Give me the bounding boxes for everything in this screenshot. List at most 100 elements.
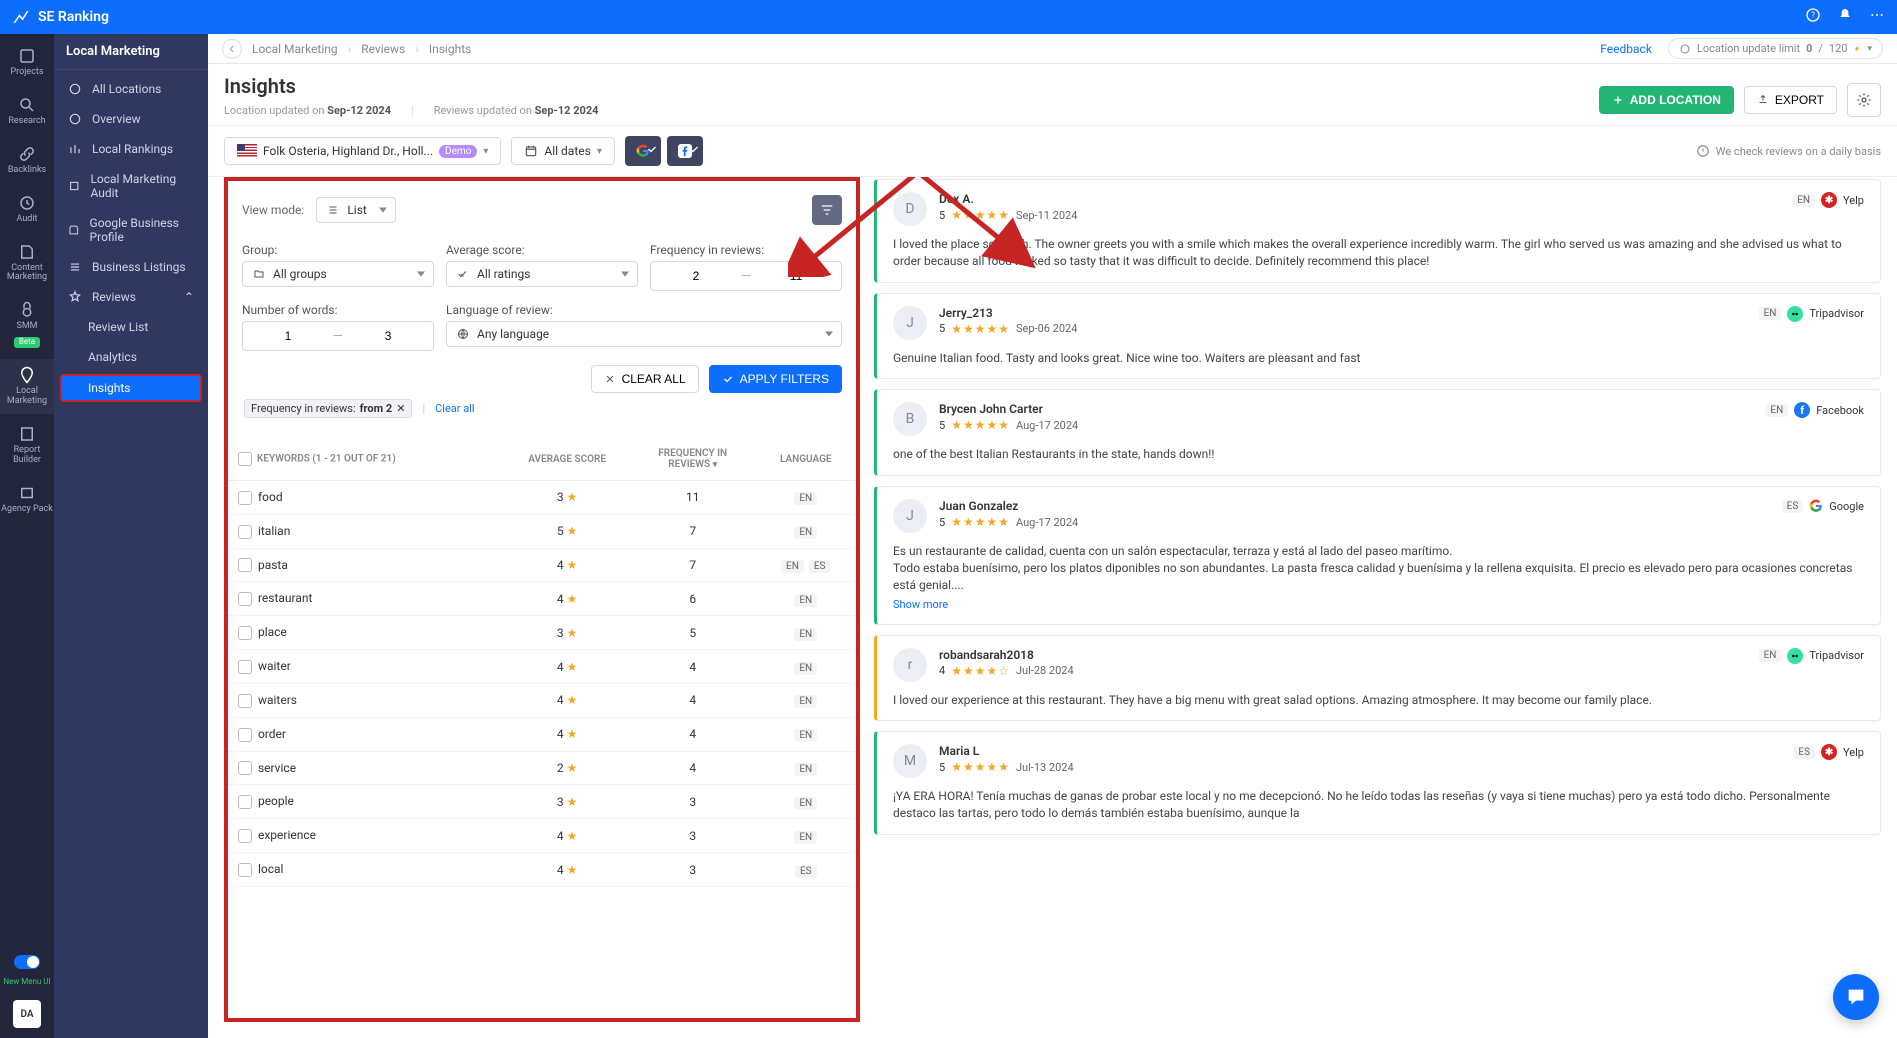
help-icon[interactable]: ?	[1805, 7, 1821, 27]
review-card: r robandsarah2018 4 ★★★★☆ Jul-28 2024 EN…	[874, 635, 1881, 722]
table-row[interactable]: order 4 ★ 4 EN	[228, 717, 856, 751]
words-from[interactable]	[243, 329, 333, 343]
table-row[interactable]: pasta 4 ★ 7 EN ES	[228, 548, 856, 582]
lang-select[interactable]: Any language	[446, 321, 842, 347]
words-range[interactable]: —	[242, 321, 434, 351]
table-row[interactable]: waiters 4 ★ 4 EN	[228, 683, 856, 717]
review-body: ¡YA ERA HORA! Tenía muchas de ganas de p…	[893, 788, 1864, 822]
group-select[interactable]: All groups	[242, 261, 434, 287]
row-checkbox[interactable]	[238, 829, 252, 843]
avg-score-select[interactable]: All ratings	[446, 261, 638, 287]
chevron-down-icon: ▾	[597, 146, 602, 157]
railnav-agency[interactable]: Agency Pack	[0, 477, 54, 522]
railnav-audit[interactable]: Audit	[0, 187, 54, 232]
railnav-backlinks[interactable]: Backlinks	[0, 138, 54, 183]
nav-all-locations[interactable]: All Locations	[54, 74, 208, 104]
reviewer-name: Maria L	[939, 744, 1781, 758]
table-row[interactable]: restaurant 4 ★ 6 EN	[228, 582, 856, 616]
table-row[interactable]: experience 4 ★ 3 EN	[228, 819, 856, 853]
nav-local-audit[interactable]: Local Marketing Audit	[54, 164, 208, 208]
nav-insights[interactable]: Insights	[60, 374, 202, 402]
row-checkbox[interactable]	[238, 863, 252, 877]
breadcrumb: Insights	[429, 42, 471, 56]
railnav-local[interactable]: Local Marketing	[0, 359, 54, 414]
chevron-down-icon[interactable]: ▾	[713, 460, 718, 470]
nav-review-list[interactable]: Review List	[54, 312, 208, 342]
select-all-checkbox[interactable]	[238, 452, 252, 466]
clear-all-link[interactable]: Clear all	[435, 402, 474, 415]
back-button[interactable]	[222, 39, 242, 59]
location-picker[interactable]: Folk Osteria, Highland Dr., Holl... Demo…	[224, 137, 501, 165]
nav-gbp[interactable]: Google Business Profile	[54, 208, 208, 252]
nav-analytics[interactable]: Analytics	[54, 342, 208, 372]
nav-reviews[interactable]: Reviews⌃	[54, 282, 208, 312]
table-row[interactable]: place 3 ★ 5 EN	[228, 616, 856, 650]
daily-check-notice: We check reviews on a daily basis	[1696, 144, 1881, 158]
breadcrumb[interactable]: Local Marketing	[252, 42, 338, 56]
table-row[interactable]: italian 5 ★ 7 EN	[228, 514, 856, 548]
row-checkbox[interactable]	[238, 592, 252, 606]
chat-widget[interactable]	[1833, 974, 1879, 1020]
nav-overview[interactable]: Overview	[54, 104, 208, 134]
export-button[interactable]: EXPORT	[1744, 86, 1837, 114]
words-to[interactable]	[343, 329, 433, 343]
freq-to[interactable]	[751, 269, 841, 283]
brand-logo[interactable]: SE Ranking	[12, 8, 109, 26]
chevron-down-icon: ▾	[483, 146, 488, 157]
freq-from[interactable]	[651, 269, 741, 283]
folder-icon	[253, 268, 265, 280]
review-source: ES Google	[1782, 499, 1864, 513]
google-source-toggle[interactable]	[625, 136, 661, 166]
table-row[interactable]: service 2 ★ 4 EN	[228, 751, 856, 785]
feedback-link[interactable]: Feedback	[1600, 42, 1652, 56]
settings-button[interactable]	[1847, 83, 1881, 117]
calendar-icon	[524, 144, 538, 158]
facebook-icon: f	[1794, 402, 1810, 418]
row-checkbox[interactable]	[238, 558, 252, 572]
facebook-source-toggle[interactable]	[667, 136, 703, 166]
railnav-smm[interactable]: SMMBeta	[0, 294, 54, 355]
review-source: EN f Facebook	[1765, 402, 1864, 418]
table-row[interactable]: people 3 ★ 3 EN	[228, 785, 856, 819]
railnav-content[interactable]: Content Marketing	[0, 236, 54, 291]
review-source: ES ✱ Yelp	[1793, 744, 1864, 760]
add-location-button[interactable]: ADD LOCATION	[1599, 86, 1734, 114]
row-checkbox[interactable]	[238, 728, 252, 742]
star-rating: ★★★★★	[951, 418, 1010, 432]
row-checkbox[interactable]	[238, 491, 252, 505]
nav-local-rankings[interactable]: Local Rankings	[54, 134, 208, 164]
insights-panel: View mode: List Group:	[224, 177, 860, 1022]
breadcrumb[interactable]: Reviews	[361, 42, 405, 56]
railnav-projects[interactable]: Projects	[0, 40, 54, 85]
more-icon[interactable]	[1869, 7, 1885, 27]
freq-range[interactable]: —	[650, 261, 842, 291]
nav-biz-listings[interactable]: Business Listings	[54, 252, 208, 282]
user-avatar[interactable]: DA	[13, 1000, 41, 1028]
row-checkbox[interactable]	[238, 525, 252, 539]
table-row[interactable]: local 4 ★ 3 ES	[228, 853, 856, 887]
railnav-report[interactable]: Report Builder	[0, 418, 54, 473]
table-row[interactable]: food 3 ★ 11 EN	[228, 481, 856, 515]
sidenav-title: Local Marketing	[54, 34, 208, 70]
star-rating: ★★★★☆	[951, 664, 1010, 678]
row-checkbox[interactable]	[238, 761, 252, 775]
chip-remove[interactable]: ✕	[396, 402, 405, 415]
chevron-down-icon: ▾	[1867, 44, 1872, 54]
bell-icon[interactable]	[1837, 7, 1853, 27]
filter-toggle-button[interactable]	[812, 195, 842, 225]
row-checkbox[interactable]	[238, 795, 252, 809]
page-title: Insights	[224, 74, 598, 98]
apply-filters-button[interactable]: APPLY FILTERS	[709, 365, 842, 393]
table-row[interactable]: waiter 4 ★ 4 EN	[228, 650, 856, 684]
row-checkbox[interactable]	[238, 694, 252, 708]
date-filter[interactable]: All dates ▾	[511, 137, 614, 165]
clear-all-button[interactable]: CLEAR ALL	[591, 365, 699, 393]
viewmode-select[interactable]: List	[316, 197, 396, 223]
row-checkbox[interactable]	[238, 626, 252, 640]
show-more-link[interactable]: Show more	[893, 598, 948, 611]
new-menu-toggle[interactable]	[14, 955, 40, 969]
row-checkbox[interactable]	[238, 660, 252, 674]
railnav-research[interactable]: Research	[0, 89, 54, 134]
reviewer-name: Juan Gonzalez	[939, 499, 1770, 513]
location-limit[interactable]: Location update limit 0/120 ▾	[1668, 38, 1883, 59]
